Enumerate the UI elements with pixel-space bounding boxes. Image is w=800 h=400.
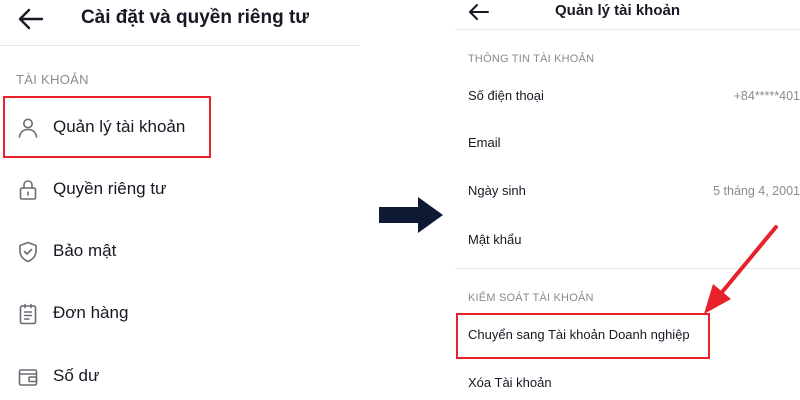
settings-privacy-screen: Cài đặt và quyền riêng tư TÀI KHOẢN Quản…	[0, 0, 360, 400]
section-label-account-info: THÔNG TIN TÀI KHOẢN	[468, 53, 595, 65]
shield-icon	[16, 240, 40, 264]
section-label-account: TÀI KHOẢN	[16, 72, 89, 87]
wallet-icon	[16, 365, 40, 389]
manage-account-screen: Quản lý tài khoản THÔNG TIN TÀI KHOẢN Số…	[455, 0, 800, 400]
menu-item-label: Đơn hàng	[53, 303, 129, 322]
menu-item-label: Số dư	[53, 366, 100, 385]
lock-icon	[16, 178, 40, 202]
row-label: Số điện thoại	[468, 88, 544, 103]
row-birthday[interactable]: Ngày sinh 5 tháng 4, 2001	[455, 174, 800, 210]
menu-item-privacy[interactable]: Quyền riêng tư	[0, 162, 360, 218]
row-value: +84*****401	[733, 89, 800, 103]
right-header: Quản lý tài khoản	[455, 0, 800, 30]
highlight-box	[3, 96, 211, 158]
menu-item-label: Quyền riêng tư	[53, 179, 167, 198]
row-label: Mật khẩu	[468, 232, 522, 247]
menu-item-balance[interactable]: Số dư	[0, 349, 360, 400]
section-label-account-control: KIỂM SOÁT TÀI KHOẢN	[468, 292, 594, 304]
menu-item-label: Bảo mật	[53, 241, 117, 260]
row-label: Email	[468, 135, 501, 150]
right-arrow-icon	[378, 196, 444, 234]
highlight-box	[456, 313, 710, 359]
pointer-arrow-icon	[690, 222, 785, 322]
row-phone-number[interactable]: Số điện thoại +84*****401	[455, 79, 800, 115]
menu-item-security[interactable]: Bảo mật	[0, 224, 360, 280]
left-header: Cài đặt và quyền riêng tư	[0, 0, 360, 46]
row-value: 5 tháng 4, 2001	[713, 184, 800, 198]
row-email[interactable]: Email	[455, 126, 800, 162]
row-label: Xóa Tài khoản	[468, 375, 552, 390]
page-title: Quản lý tài khoản	[554, 2, 681, 19]
menu-item-orders[interactable]: Đơn hàng	[0, 286, 360, 342]
row-label: Ngày sinh	[468, 183, 526, 198]
row-delete-account[interactable]: Xóa Tài khoản	[455, 366, 800, 400]
clipboard-icon	[16, 302, 40, 326]
page-title: Cài đặt và quyền riêng tư	[80, 7, 310, 28]
